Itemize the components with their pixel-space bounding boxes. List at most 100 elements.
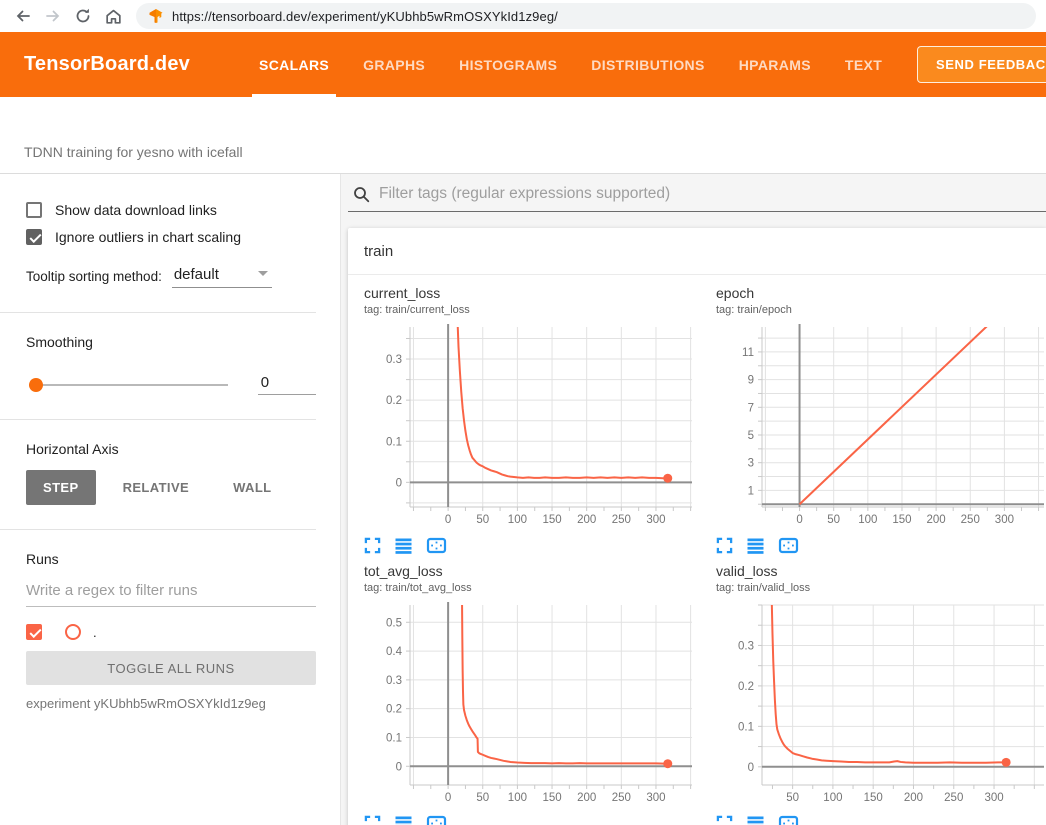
svg-text:300: 300 <box>646 792 665 804</box>
svg-text:50: 50 <box>476 514 489 526</box>
fit-domain-icon[interactable] <box>778 537 799 554</box>
svg-text:7: 7 <box>748 402 754 414</box>
chart-tag: tag: train/current_loss <box>364 303 684 319</box>
section-header-train[interactable]: train <box>348 228 1046 275</box>
experiment-title: TDNN training for yesno with icefall <box>24 144 243 160</box>
line-chart[interactable]: 05010015020025030000.10.20.30.40.5 <box>364 601 694 807</box>
svg-text:0: 0 <box>445 792 451 804</box>
chart-actions <box>364 535 684 555</box>
svg-text:0: 0 <box>396 477 402 489</box>
divider <box>0 529 316 530</box>
tag-filter-row[interactable]: Filter tags (regular expressions support… <box>348 185 1046 212</box>
tab-text[interactable]: TEXT <box>828 32 899 97</box>
run-checkbox-icon[interactable] <box>26 624 42 640</box>
tab-scalars[interactable]: SCALARS <box>242 32 346 97</box>
horizontal-axis-toggle-group: STEP RELATIVE WALL <box>26 470 316 505</box>
svg-text:0.2: 0.2 <box>386 395 402 407</box>
dashboard-main: Filter tags (regular expressions support… <box>341 174 1046 825</box>
svg-text:250: 250 <box>612 792 631 804</box>
checkbox-checked-icon[interactable] <box>26 229 42 245</box>
svg-text:200: 200 <box>577 792 596 804</box>
tab-hparams[interactable]: HPARAMS <box>722 32 828 97</box>
svg-text:0.1: 0.1 <box>738 721 754 733</box>
slider-thumb[interactable] <box>29 378 43 392</box>
home-icon[interactable] <box>100 3 126 29</box>
axis-wall-button[interactable]: WALL <box>216 470 288 505</box>
tag-filter-input[interactable]: Filter tags (regular expressions support… <box>379 185 670 203</box>
url-bar[interactable]: https://tensorboard.dev/experiment/yKUbh… <box>136 3 1036 29</box>
svg-text:5: 5 <box>748 430 754 442</box>
show-download-links-checkbox-row[interactable]: Show data download links <box>26 202 316 218</box>
train-section-card: train current_loss tag: train/current_lo… <box>348 228 1046 825</box>
show-download-links-label: Show data download links <box>55 202 217 218</box>
divider <box>0 419 316 420</box>
browser-toolbar: https://tensorboard.dev/experiment/yKUbh… <box>0 0 1046 32</box>
chart-tag: tag: train/epoch <box>716 303 1036 319</box>
horizontal-axis-label: Horizontal Axis <box>26 441 316 457</box>
back-icon[interactable] <box>10 3 36 29</box>
chart-card-epoch: epoch tag: train/epoch 05010015020025030… <box>700 283 1046 561</box>
app-logo[interactable]: TensorBoard.dev <box>24 53 190 76</box>
send-feedback-button[interactable]: SEND FEEDBACK <box>917 46 1046 83</box>
fit-domain-icon[interactable] <box>426 815 447 825</box>
smoothing-slider[interactable] <box>29 384 228 386</box>
charts-grid: current_loss tag: train/current_loss 050… <box>348 275 1046 825</box>
toggle-all-runs-button[interactable]: TOGGLE ALL RUNS <box>26 651 316 685</box>
chart-card-current_loss: current_loss tag: train/current_loss 0 50… <box>348 283 700 561</box>
chart-card-valid_loss: valid_loss tag: train/valid_loss 5010015… <box>700 561 1046 825</box>
runs-filter-input[interactable]: Write a regex to filter runs <box>26 582 316 607</box>
forward-icon[interactable] <box>40 3 66 29</box>
axis-relative-button[interactable]: RELATIVE <box>106 470 207 505</box>
line-chart[interactable]: 05010015020025030000.10.20.3 <box>364 323 694 529</box>
fit-domain-icon[interactable] <box>426 537 447 554</box>
url-text: https://tensorboard.dev/experiment/yKUbh… <box>172 9 558 24</box>
svg-text:0.1: 0.1 <box>386 436 402 448</box>
svg-text:0.3: 0.3 <box>738 640 754 652</box>
tab-distributions[interactable]: DISTRIBUTIONS <box>574 32 721 97</box>
runs-selector-icon[interactable] <box>746 815 765 825</box>
svg-text:200: 200 <box>904 792 923 804</box>
tab-histograms[interactable]: HISTOGRAMS <box>442 32 574 97</box>
axis-step-button[interactable]: STEP <box>26 470 96 505</box>
chart-actions <box>716 535 1036 555</box>
svg-text:0.4: 0.4 <box>386 646 403 658</box>
svg-text:100: 100 <box>508 514 527 526</box>
checkbox-unchecked-icon[interactable] <box>26 202 42 218</box>
line-chart[interactable]: 0501001502002503001357911 <box>716 323 1046 529</box>
expand-chart-icon[interactable] <box>716 537 733 554</box>
reload-icon[interactable] <box>70 3 96 29</box>
line-chart[interactable]: 5010015020025030000.10.20.3 <box>716 601 1046 807</box>
runs-selector-icon[interactable] <box>746 537 765 554</box>
experiment-title-bar: TDNN training for yesno with icefall <box>0 97 1046 174</box>
tooltip-sorting-value: default <box>174 266 219 283</box>
svg-text:100: 100 <box>858 514 877 526</box>
fit-domain-icon[interactable] <box>778 815 799 825</box>
ignore-outliers-checkbox-row[interactable]: Ignore outliers in chart scaling <box>26 229 316 245</box>
tensorboard-favicon-icon <box>148 8 164 24</box>
runs-selector-icon[interactable] <box>394 815 413 825</box>
tooltip-sorting-dropdown[interactable]: default <box>172 266 272 288</box>
run-list-item[interactable]: . <box>26 624 316 640</box>
svg-text:0.5: 0.5 <box>386 617 402 629</box>
chart-card-tot_avg_loss: tot_avg_loss tag: train/tot_avg_loss 050… <box>348 561 700 825</box>
runs-selector-icon[interactable] <box>394 537 413 554</box>
expand-chart-icon[interactable] <box>364 815 381 825</box>
svg-text:50: 50 <box>786 792 799 804</box>
svg-text:0: 0 <box>748 762 754 774</box>
smoothing-value-input[interactable]: 0 <box>258 374 316 395</box>
expand-chart-icon[interactable] <box>716 815 733 825</box>
svg-text:200: 200 <box>577 514 596 526</box>
smoothing-label: Smoothing <box>26 334 316 350</box>
svg-text:300: 300 <box>995 514 1014 526</box>
tooltip-sorting-label: Tooltip sorting method: <box>26 269 162 288</box>
svg-text:200: 200 <box>927 514 946 526</box>
runs-label: Runs <box>26 551 316 567</box>
tab-graphs[interactable]: GRAPHS <box>346 32 442 97</box>
svg-text:0.3: 0.3 <box>386 675 402 687</box>
chart-actions <box>364 813 684 825</box>
svg-text:50: 50 <box>827 514 840 526</box>
expand-chart-icon[interactable] <box>364 537 381 554</box>
svg-text:150: 150 <box>892 514 911 526</box>
chart-title: tot_avg_loss <box>364 561 684 581</box>
chart-title: current_loss <box>364 283 684 303</box>
